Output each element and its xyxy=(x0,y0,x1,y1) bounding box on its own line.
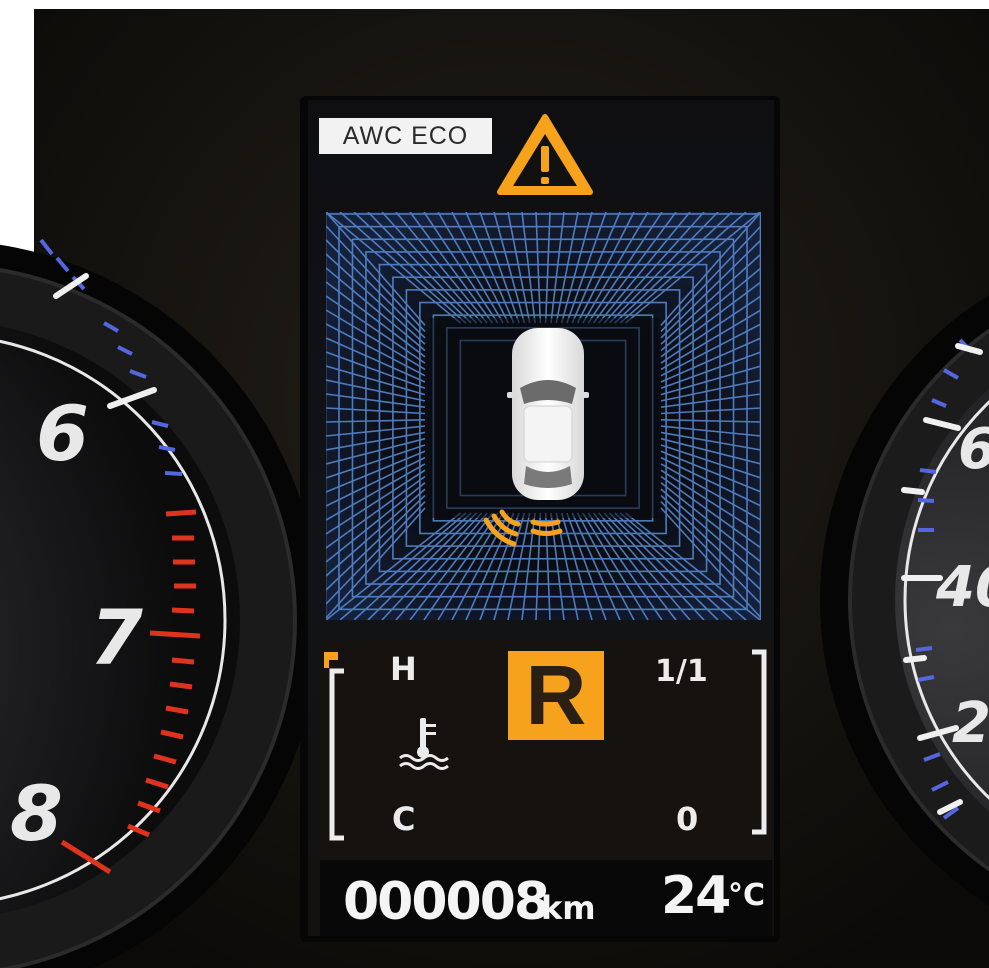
tach-label-6: 6 xyxy=(36,389,89,478)
trip-value: 0 xyxy=(676,800,699,838)
instrument-cluster: 6 7 8 60 xyxy=(0,0,989,968)
speed-label-60: 60 xyxy=(958,417,989,482)
tach-label-8: 8 xyxy=(10,769,63,858)
trip-page-indicator: 1/1 xyxy=(655,654,708,689)
coolant-low-label: C xyxy=(392,800,416,838)
vehicle-top-view-icon xyxy=(507,328,589,500)
gear-position-indicator: R xyxy=(508,651,604,740)
tach-label-7: 7 xyxy=(90,593,143,682)
outside-temperature-value: 24 xyxy=(661,866,731,926)
outside-temperature-unit: °C xyxy=(728,878,766,913)
multi-info-display xyxy=(300,96,780,942)
awc-eco-mode-badge: AWC ECO xyxy=(319,118,492,154)
speed-label-40: 40 xyxy=(935,555,989,620)
coolant-high-label: H xyxy=(390,650,417,688)
speed-label-20: 20 xyxy=(952,691,989,756)
odometer-unit: km xyxy=(541,889,596,927)
odometer-value: 000008 xyxy=(343,872,550,932)
